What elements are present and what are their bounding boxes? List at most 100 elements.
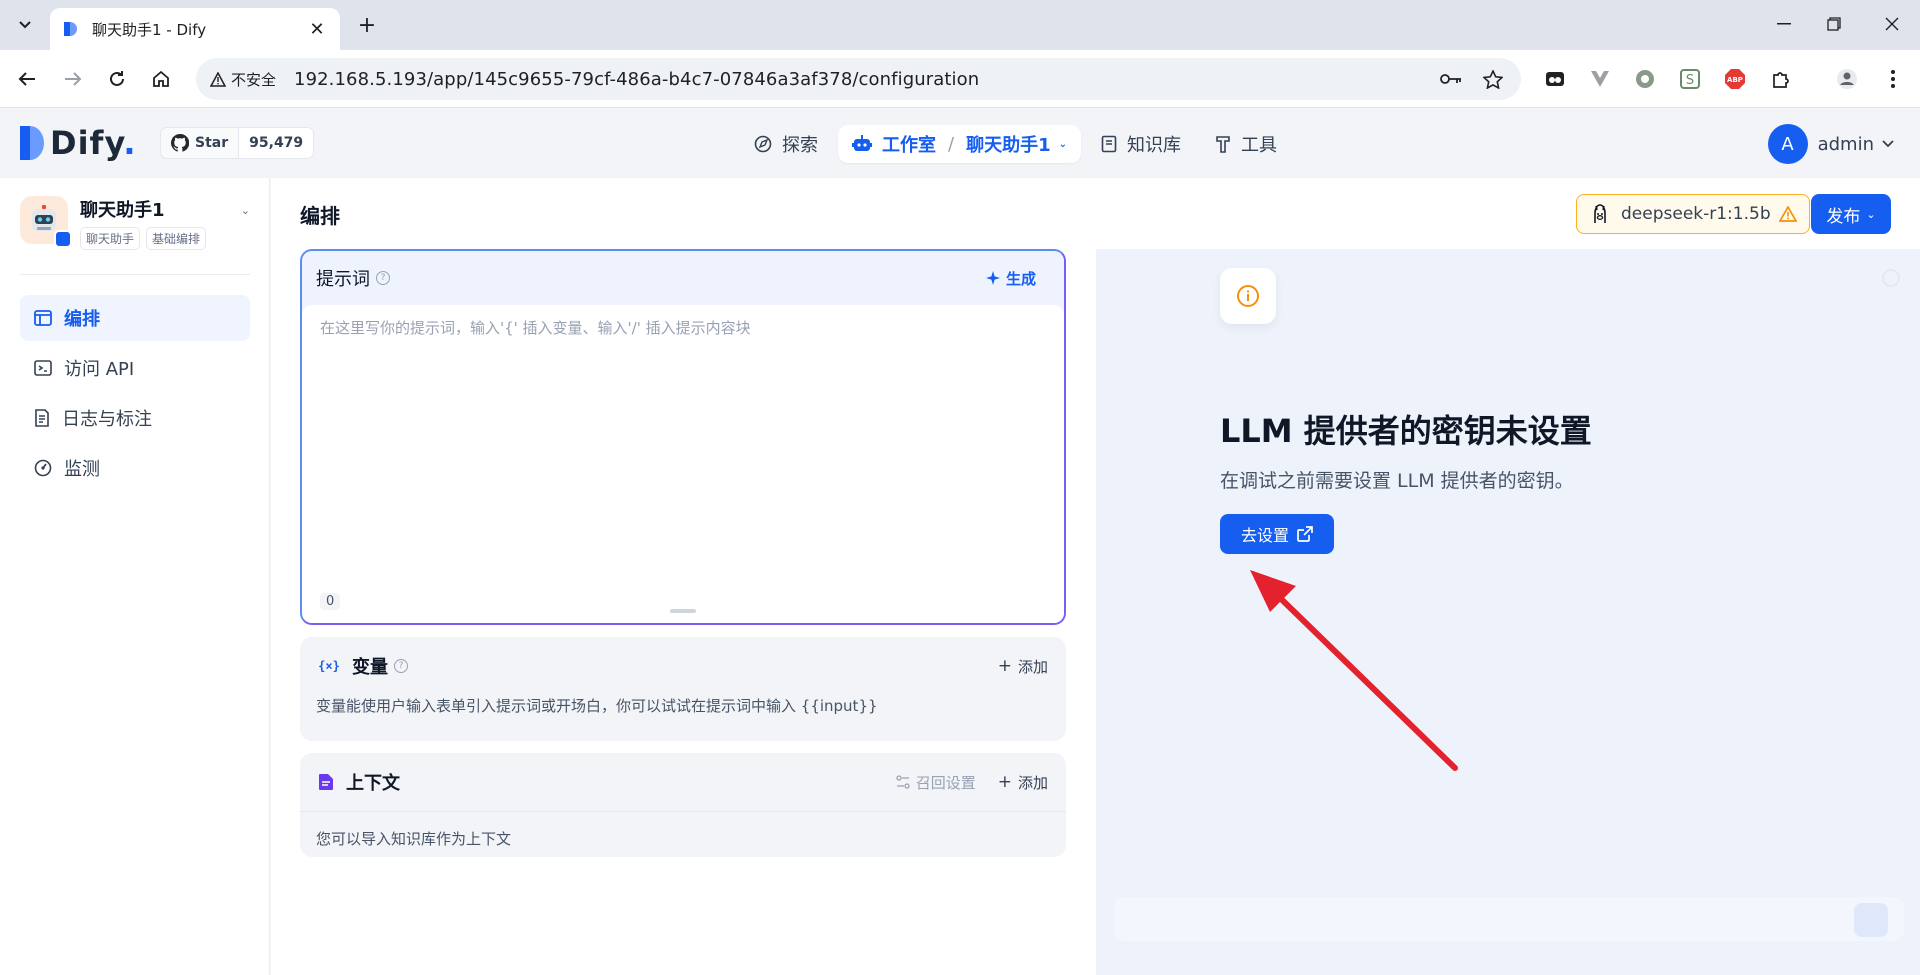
generate-button[interactable]: 生成 — [985, 268, 1036, 289]
hammer-icon — [1216, 136, 1230, 153]
help-icon[interactable]: ? — [394, 659, 408, 673]
password-key-icon[interactable] — [1437, 65, 1465, 93]
sidebar-item-orchestrate[interactable]: 编排 — [20, 295, 250, 341]
back-button[interactable] — [10, 62, 44, 96]
star-label: Star — [195, 135, 229, 151]
nav-knowledge[interactable]: 知识库 — [1087, 125, 1195, 163]
arrow-right-icon — [65, 72, 82, 86]
extension-circle-icon[interactable] — [1630, 64, 1660, 94]
kebab-menu-icon — [1891, 70, 1895, 88]
chevron-down-icon: ⌄ — [1866, 207, 1876, 221]
address-bar[interactable]: 不安全 192.168.5.193/app/145c9655-79cf-486a… — [196, 58, 1521, 100]
url-text[interactable]: 192.168.5.193/app/145c9655-79cf-486a-b4c… — [294, 69, 1423, 90]
home-icon — [153, 70, 169, 87]
ollama-llama-icon — [1594, 204, 1606, 223]
prompt-textarea[interactable]: 在这里写你的提示词，输入'{' 插入变量、输入'/' 插入提示内容块 0 — [302, 305, 1064, 623]
llm-key-alert-description: 在调试之前需要设置 LLM 提供者的密钥。 — [1220, 470, 1574, 492]
app-sidebar: 聊天助手1 聊天助手 基础编排 ⌄ 编排 访问 API 日志与标注 监测 — [0, 178, 270, 975]
nav-explore-label: 探索 — [782, 135, 818, 156]
extensions-puzzle-icon[interactable] — [1766, 64, 1796, 94]
forward-button[interactable] — [56, 62, 90, 96]
browser-menu-button[interactable] — [1878, 64, 1908, 94]
compass-icon — [754, 135, 772, 153]
app-info[interactable]: 聊天助手1 聊天助手 基础编排 ⌄ — [20, 196, 250, 252]
chevron-down-icon[interactable]: ⌄ — [1059, 139, 1067, 150]
logo-text: Dify. — [50, 124, 137, 162]
context-card: 上下文 召回设置 + 添加 您可以导入知识库作为上下文 — [300, 753, 1066, 857]
app-avatar — [20, 196, 72, 248]
variables-label: 变量 — [352, 657, 388, 678]
close-window-button[interactable] — [1870, 8, 1914, 40]
sidebar-item-label: 编排 — [64, 309, 100, 330]
extension-s-icon[interactable]: S — [1675, 64, 1705, 94]
prompt-editor-card: 提示词 ? 生成 在这里写你的提示词，输入'{' 插入变量、输入'/' 插入提示… — [300, 249, 1066, 625]
dashboard-icon — [34, 459, 52, 477]
chat-input-disabled — [1114, 897, 1904, 941]
chevron-down-icon — [1882, 140, 1894, 148]
security-indicator[interactable]: 不安全 — [210, 69, 276, 90]
debug-preview-panel: ​ — [1096, 249, 1920, 975]
retrieval-settings-button[interactable]: 召回设置 — [896, 772, 976, 793]
current-app-label[interactable]: 聊天助手1 — [966, 131, 1051, 157]
nav-explore[interactable]: 探索 — [740, 125, 832, 163]
generate-label: 生成 — [1005, 269, 1036, 288]
avatar: A — [1767, 124, 1808, 164]
extension-icon[interactable] — [1540, 64, 1570, 94]
terminal-icon — [34, 360, 52, 376]
go-setup-label: 去设置 — [1240, 526, 1289, 545]
tab-search-button[interactable] — [10, 10, 40, 40]
home-button[interactable] — [144, 62, 178, 96]
model-selector-button[interactable]: deepseek-r1:1.5b — [1576, 194, 1810, 234]
help-icon[interactable]: ? — [376, 271, 390, 285]
page-title: 编排 — [300, 204, 340, 228]
new-tab-button[interactable]: + — [352, 10, 382, 40]
star-count: 95,479 — [249, 135, 304, 151]
github-icon — [171, 134, 189, 152]
dify-logo[interactable]: Dify. — [20, 124, 137, 162]
tab-close-icon[interactable]: ✕ — [306, 19, 328, 40]
github-star-button[interactable]: Star 95,479 — [160, 127, 315, 159]
restore-button[interactable] — [1812, 8, 1856, 40]
refresh-icon — [1882, 269, 1900, 287]
browser-tab[interactable]: 聊天助手1 - Dify ✕ — [50, 8, 340, 50]
sidebar-item-logs[interactable]: 日志与标注 — [20, 395, 250, 441]
go-setup-button[interactable]: 去设置 — [1220, 514, 1334, 554]
robot-icon — [852, 135, 872, 151]
sidebar-item-api[interactable]: 访问 API — [20, 345, 250, 391]
svg-text:S: S — [1686, 73, 1694, 88]
vue-devtools-icon[interactable] — [1585, 64, 1615, 94]
nav-tools[interactable]: 工具 — [1201, 125, 1291, 163]
close-icon — [1885, 17, 1899, 31]
chat-type-badge — [54, 230, 72, 248]
sidebar-item-monitor[interactable]: 监测 — [20, 445, 250, 491]
svg-text:{×}: {×} — [318, 659, 340, 673]
app-name: 聊天助手1 — [80, 200, 165, 221]
user-menu[interactable]: A admin — [1767, 124, 1894, 164]
send-button-disabled — [1854, 903, 1888, 937]
nav-studio[interactable]: 工作室 / 聊天助手1 ⌄ — [838, 125, 1081, 163]
chevron-down-icon — [19, 21, 31, 29]
add-context-button[interactable]: + 添加 — [998, 772, 1048, 793]
svg-text:ABP: ABP — [1727, 76, 1743, 84]
minimize-button[interactable] — [1762, 8, 1806, 40]
dify-logo-icon — [20, 126, 44, 160]
info-icon — [1237, 285, 1259, 307]
restore-icon — [1827, 17, 1841, 31]
add-variable-button[interactable]: + 添加 — [998, 656, 1048, 677]
prompt-placeholder: 在这里写你的提示词，输入'{' 插入变量、输入'/' 插入提示内容块 — [320, 319, 751, 337]
profile-icon[interactable] — [1832, 64, 1862, 94]
publish-button[interactable]: 发布 ⌄ — [1811, 194, 1891, 234]
bookmark-star-icon[interactable] — [1479, 65, 1507, 93]
adblock-icon[interactable]: ABP — [1720, 64, 1750, 94]
variable-icon: {×} — [318, 658, 340, 674]
publish-label: 发布 — [1826, 206, 1861, 227]
layout-icon — [34, 310, 52, 326]
resize-handle[interactable] — [670, 609, 696, 613]
reload-button[interactable] — [100, 62, 134, 96]
chevron-down-icon[interactable]: ⌄ — [241, 204, 250, 217]
sidebar-item-label: 日志与标注 — [62, 409, 152, 430]
context-description: 您可以导入知识库作为上下文 — [316, 830, 512, 848]
nav-knowledge-label: 知识库 — [1127, 135, 1181, 156]
document-icon — [318, 773, 334, 791]
minimize-icon — [1777, 23, 1791, 25]
